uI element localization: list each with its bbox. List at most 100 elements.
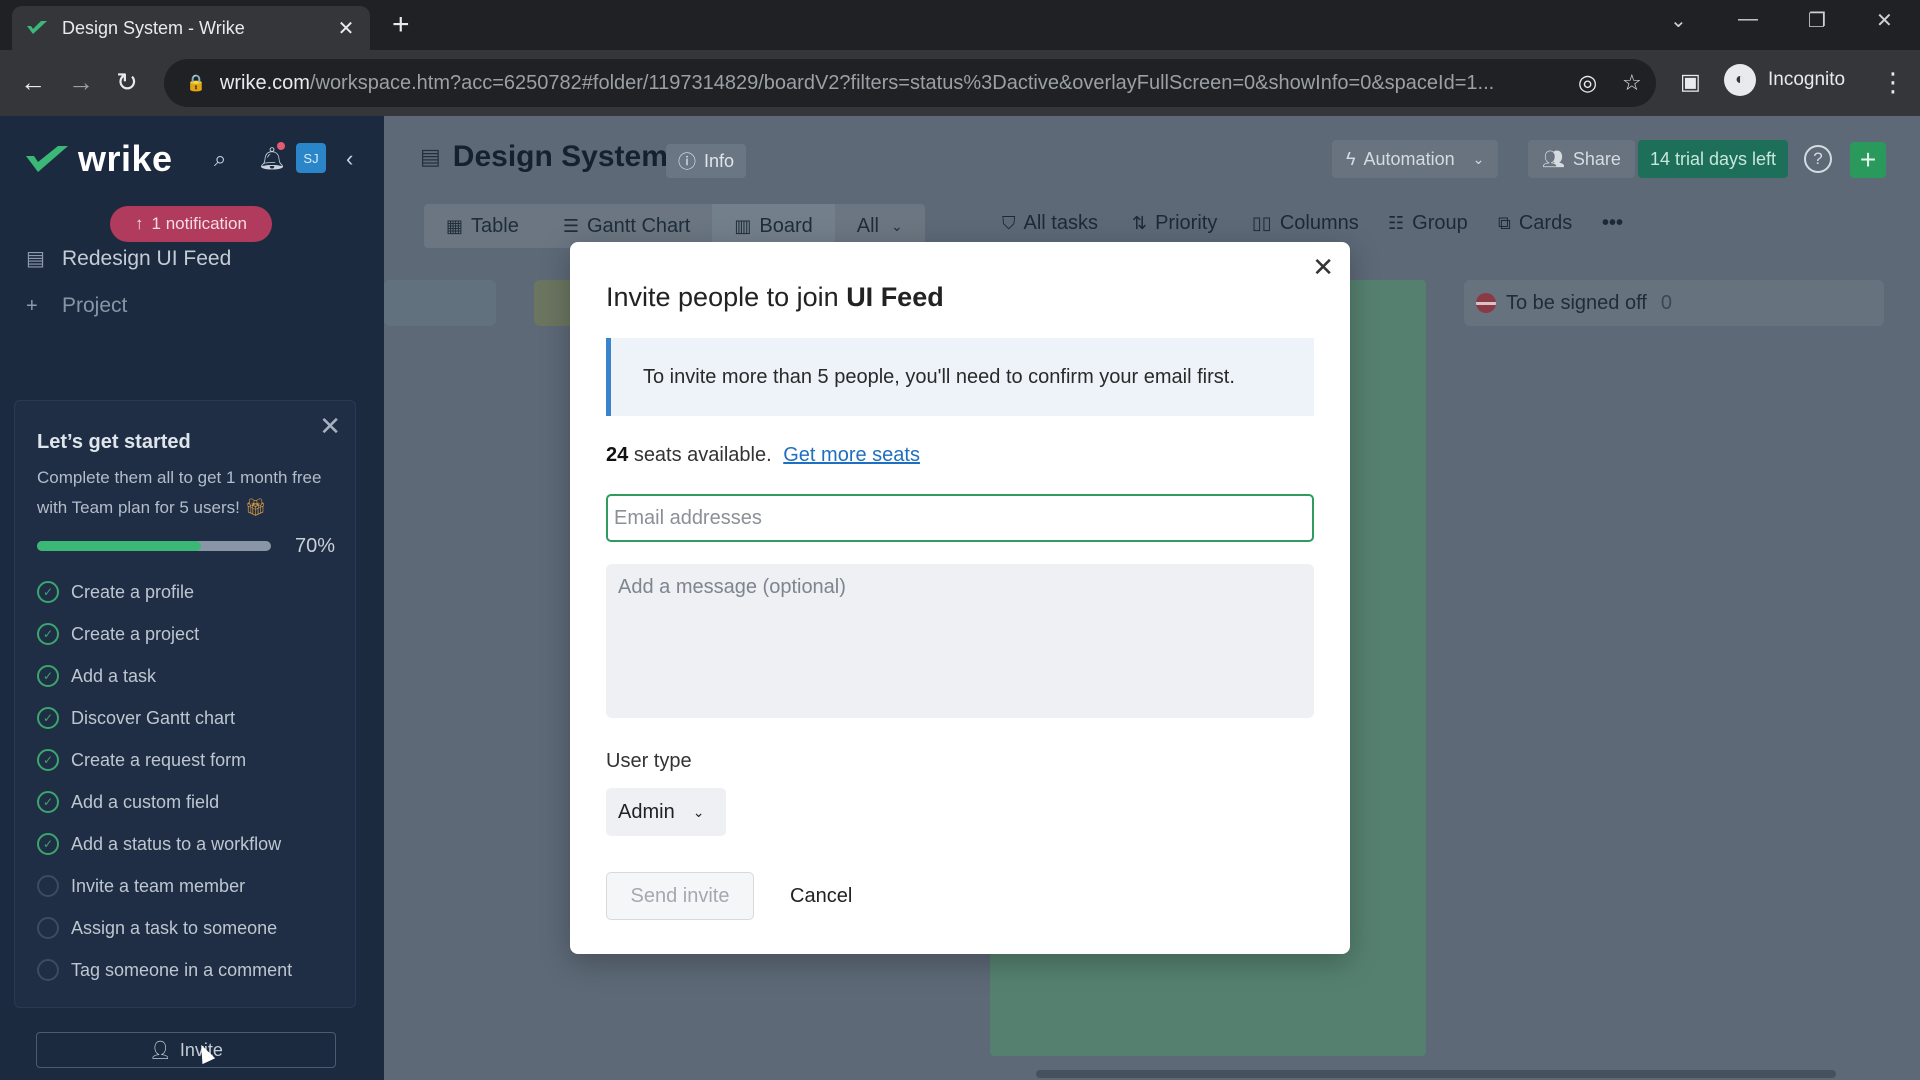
sidebar-item-redesign-ui-feed[interactable]: ▤ Redesign UI Feed <box>26 246 231 271</box>
lock-icon: 🔒 <box>186 75 206 92</box>
notification-dot <box>277 142 285 150</box>
side-panel-icon[interactable]: ▣ <box>1680 68 1701 96</box>
checklist-item[interactable]: ✓ Create a request form <box>37 739 292 781</box>
checklist-item[interactable]: ✓ Assign a task to someone <box>37 907 292 949</box>
notification-pill[interactable]: ↑ 1 notification <box>110 206 272 242</box>
checklist-item[interactable]: ✓ Add a task <box>37 655 292 697</box>
tab-label: Table <box>471 214 519 237</box>
info-banner-text: To invite more than 5 people, you'll nee… <box>643 365 1235 388</box>
close-window-icon[interactable]: ✕ <box>1876 8 1893 33</box>
users-icon: 👥︎ <box>1542 148 1565 169</box>
restore-icon[interactable]: ❐ <box>1808 8 1826 33</box>
status-icon <box>1476 293 1496 313</box>
checklist-item[interactable]: ✓ Add a custom field <box>37 781 292 823</box>
user-type-select[interactable]: Admin ⌄ <box>606 788 726 836</box>
bookmark-star-icon[interactable]: ☆ <box>1622 70 1642 96</box>
help-icon[interactable]: ? <box>1804 145 1832 173</box>
board-column-header[interactable] <box>534 280 574 326</box>
bolt-icon: ϟ <box>1346 148 1356 169</box>
back-icon[interactable]: ← <box>20 68 46 96</box>
document-icon: ▤ <box>26 248 45 270</box>
close-icon[interactable]: ✕ <box>1312 252 1334 283</box>
share-label: Share <box>1572 148 1621 169</box>
close-icon[interactable]: ✕ <box>319 411 341 442</box>
create-new-button[interactable]: + <box>1850 142 1886 178</box>
url-host: wrike.com <box>219 71 310 94</box>
get-more-seats-link[interactable]: Get more seats <box>783 444 920 466</box>
filter-icon: ⛉ <box>1002 213 1016 233</box>
invite-modal: ✕ Invite people to join UI Feed To invit… <box>570 242 1350 954</box>
user-type-value: Admin <box>618 800 675 823</box>
checklist-item[interactable]: ✓ Tag someone in a comment <box>37 949 292 991</box>
message-field[interactable] <box>606 564 1314 718</box>
share-button[interactable]: 👥︎ Share <box>1528 140 1635 178</box>
automation-button[interactable]: ϟ Automation ⌄ <box>1332 140 1499 178</box>
all-tasks-filter[interactable]: ⛉ All tasks <box>1002 212 1098 235</box>
invite-button[interactable]: 👤︎ Invite <box>36 1032 336 1068</box>
incognito-icon: ◐ <box>1724 64 1756 96</box>
checklist-item-label: Create a project <box>71 623 200 644</box>
email-field[interactable] <box>606 494 1314 542</box>
page-title-text[interactable]: Design System <box>453 140 668 174</box>
search-icon[interactable]: ⌕ <box>214 146 226 172</box>
empty-circle-icon: ✓ <box>37 875 59 897</box>
automation-label: Automation <box>1363 148 1455 169</box>
tracking-blocked-icon[interactable]: ◎ <box>1578 70 1597 96</box>
progress-fill <box>37 541 201 551</box>
chevron-down-icon: ⌄ <box>890 217 903 234</box>
more-options-icon[interactable]: ••• <box>1602 212 1623 235</box>
add-user-icon: 👤︎ <box>149 1039 172 1060</box>
avatar[interactable]: SJ <box>296 143 326 173</box>
user-type-label: User type <box>606 750 692 772</box>
reload-icon[interactable]: ↻ <box>116 68 138 96</box>
group-button[interactable]: ☷ Group <box>1388 212 1468 235</box>
checklist-item[interactable]: ✓ Discover Gantt chart <box>37 697 292 739</box>
board-column-header[interactable] <box>384 280 496 326</box>
send-invite-button[interactable]: Send invite <box>606 872 754 920</box>
checklist-item[interactable]: ✓ Create a profile <box>37 571 292 613</box>
omnibox[interactable]: 🔒 wrike.com/workspace.htm?acc=6250782#fo… <box>164 59 1656 107</box>
new-tab-icon[interactable]: + <box>392 10 410 40</box>
url-path: /workspace.htm?acc=6250782#folder/119731… <box>309 71 1495 94</box>
getting-started-subtitle: Complete them all to get 1 month free wi… <box>37 463 337 523</box>
tab-table[interactable]: ▦ Table <box>424 204 541 248</box>
check-circle-icon: ✓ <box>37 665 59 687</box>
tab-label: Gantt Chart <box>586 214 691 237</box>
gantt-icon: ☰ <box>562 215 579 236</box>
horizontal-scrollbar[interactable] <box>1036 1070 1836 1078</box>
checklist-item[interactable]: ✓ Add a status to a workflow <box>37 823 292 865</box>
browser-menu-icon[interactable]: ⋮ <box>1880 68 1906 96</box>
tool-label: Group <box>1412 212 1468 234</box>
tab-label: All <box>856 214 879 237</box>
collapse-sidebar-icon[interactable]: ‹ <box>346 146 353 172</box>
notification-label: 1 notification <box>151 214 247 233</box>
getting-started-card: Let’s get started ✕ Complete them all to… <box>14 400 356 1008</box>
board-column-to-be-signed-off[interactable]: To be signed off 0 <box>1464 280 1884 326</box>
minimize-icon[interactable]: — <box>1738 8 1758 31</box>
checklist-item[interactable]: ✓ Invite a team member <box>37 865 292 907</box>
wrike-logo[interactable]: wrike <box>24 138 173 180</box>
sort-icon: ⇅ <box>1132 213 1148 233</box>
checklist-item[interactable]: ✓ Create a project <box>37 613 292 655</box>
trial-badge[interactable]: 14 trial days left <box>1638 140 1789 178</box>
wrike-favicon-icon <box>27 21 47 34</box>
priority-sort[interactable]: ⇅ Priority <box>1132 212 1217 235</box>
columns-button[interactable]: ▯▯ Columns <box>1252 212 1359 235</box>
sidebar-item-project[interactable]: + Project <box>26 294 127 318</box>
profile-label: Incognito <box>1768 69 1846 90</box>
url-text[interactable]: wrike.com/workspace.htm?acc=6250782#fold… <box>220 72 1560 95</box>
incognito-profile[interactable]: ◐ Incognito <box>1724 64 1845 96</box>
forward-icon[interactable]: → <box>68 68 94 96</box>
checklist-item-label: Assign a task to someone <box>71 917 278 938</box>
tab-title: Design System - Wrike <box>62 17 245 38</box>
close-tab-icon[interactable]: ✕ <box>336 16 356 41</box>
table-icon: ▦ <box>446 215 464 236</box>
cancel-button[interactable]: Cancel <box>774 872 868 920</box>
browser-tab[interactable]: Design System - Wrike ✕ <box>12 6 370 50</box>
info-label: Info <box>704 150 735 171</box>
tab-search-icon[interactable]: ⌄ <box>1670 8 1687 33</box>
cards-icon: ⧉ <box>1498 213 1511 233</box>
checklist-item-label: Add a status to a workflow <box>71 833 282 854</box>
info-button[interactable]: ⓘ Info <box>666 144 747 178</box>
cards-button[interactable]: ⧉ Cards <box>1498 212 1572 235</box>
